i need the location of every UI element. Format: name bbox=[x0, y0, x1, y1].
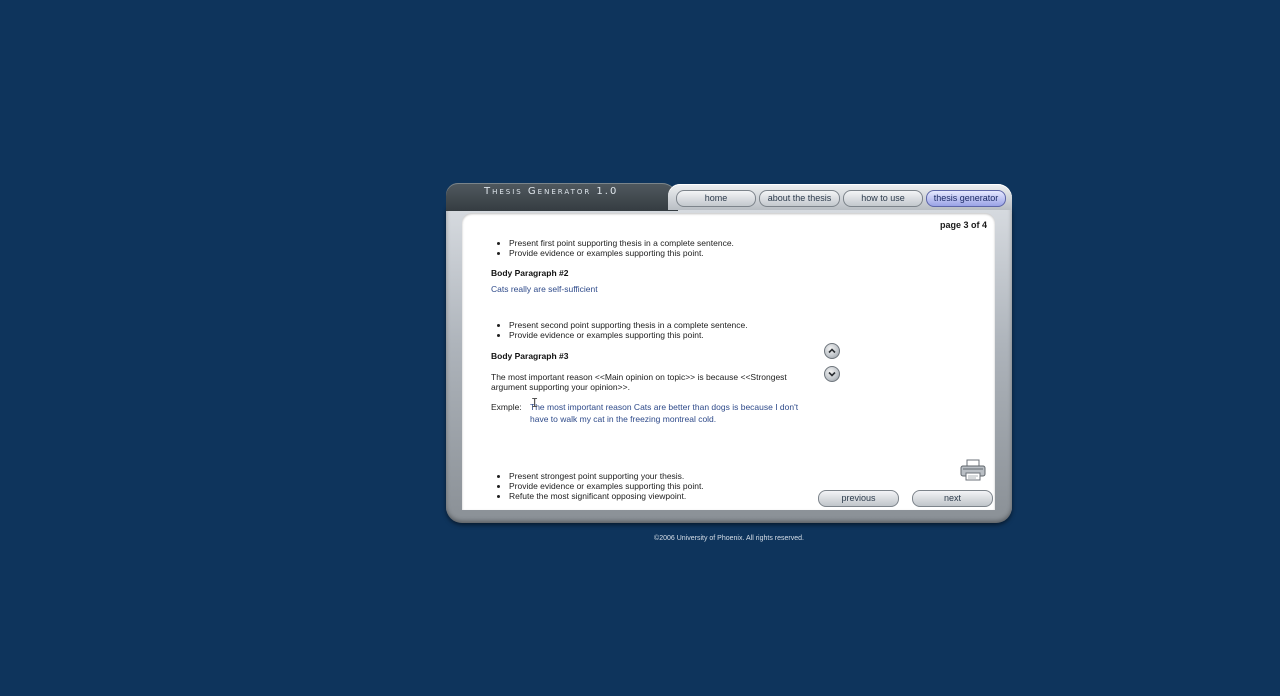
body-paragraph-2-heading: Body Paragraph #2 bbox=[491, 268, 569, 278]
chevron-down-icon bbox=[828, 371, 836, 377]
stage: Thesis Generator 1.0 home about the thes… bbox=[0, 0, 1280, 696]
body-paragraph-3-instruction: The most important reason <<Main opinion… bbox=[491, 372, 787, 392]
nav-how-to-use-button[interactable]: how to use bbox=[843, 190, 923, 207]
nav-thesis-generator-button[interactable]: thesis generator bbox=[926, 190, 1006, 207]
list-item: Present second point supporting thesis i… bbox=[509, 320, 821, 330]
bullet-list-body3: Present strongest point supporting your … bbox=[491, 471, 821, 501]
thesis-content[interactable]: Present first point supporting thesis in… bbox=[491, 238, 821, 501]
list-item: Provide evidence or examples supporting … bbox=[509, 330, 821, 340]
example-label: Exmple: bbox=[491, 402, 522, 412]
chevron-up-icon bbox=[828, 348, 836, 354]
printer-icon bbox=[960, 459, 986, 481]
body-paragraph-3-heading: Body Paragraph #3 bbox=[491, 351, 569, 361]
list-item: Present strongest point supporting your … bbox=[509, 471, 821, 481]
nav-home-button[interactable]: home bbox=[676, 190, 756, 207]
list-item: Present first point supporting thesis in… bbox=[509, 238, 821, 248]
bullet-list-body2: Present second point supporting thesis i… bbox=[491, 320, 821, 340]
app-title: Thesis Generator 1.0 bbox=[484, 186, 619, 197]
text-cursor-icon: I bbox=[531, 396, 539, 410]
list-item: Refute the most significant opposing vie… bbox=[509, 491, 821, 501]
nav-about-thesis-button[interactable]: about the thesis bbox=[759, 190, 840, 207]
scroll-up-button[interactable] bbox=[824, 343, 840, 359]
example-row: Exmple: The most important reason Cats a… bbox=[491, 396, 821, 425]
list-item: Provide evidence or examples supporting … bbox=[509, 248, 821, 258]
example-input[interactable]: The most important reason Cats are bette… bbox=[530, 401, 810, 425]
body-paragraph-2-answer[interactable]: Cats really are self-sufficient bbox=[491, 284, 821, 294]
print-button[interactable] bbox=[959, 459, 987, 481]
previous-button[interactable]: previous bbox=[818, 490, 899, 507]
bullet-list-body1: Present first point supporting thesis in… bbox=[491, 238, 821, 258]
list-item: Provide evidence or examples supporting … bbox=[509, 481, 821, 491]
next-button[interactable]: next bbox=[912, 490, 993, 507]
page-indicator: page 3 of 4 bbox=[939, 220, 987, 230]
content-panel: page 3 of 4 Present first point supporti… bbox=[462, 213, 995, 510]
scroll-down-button[interactable] bbox=[824, 366, 840, 382]
footer-copyright: ©2006 University of Phoenix. All rights … bbox=[654, 535, 804, 542]
